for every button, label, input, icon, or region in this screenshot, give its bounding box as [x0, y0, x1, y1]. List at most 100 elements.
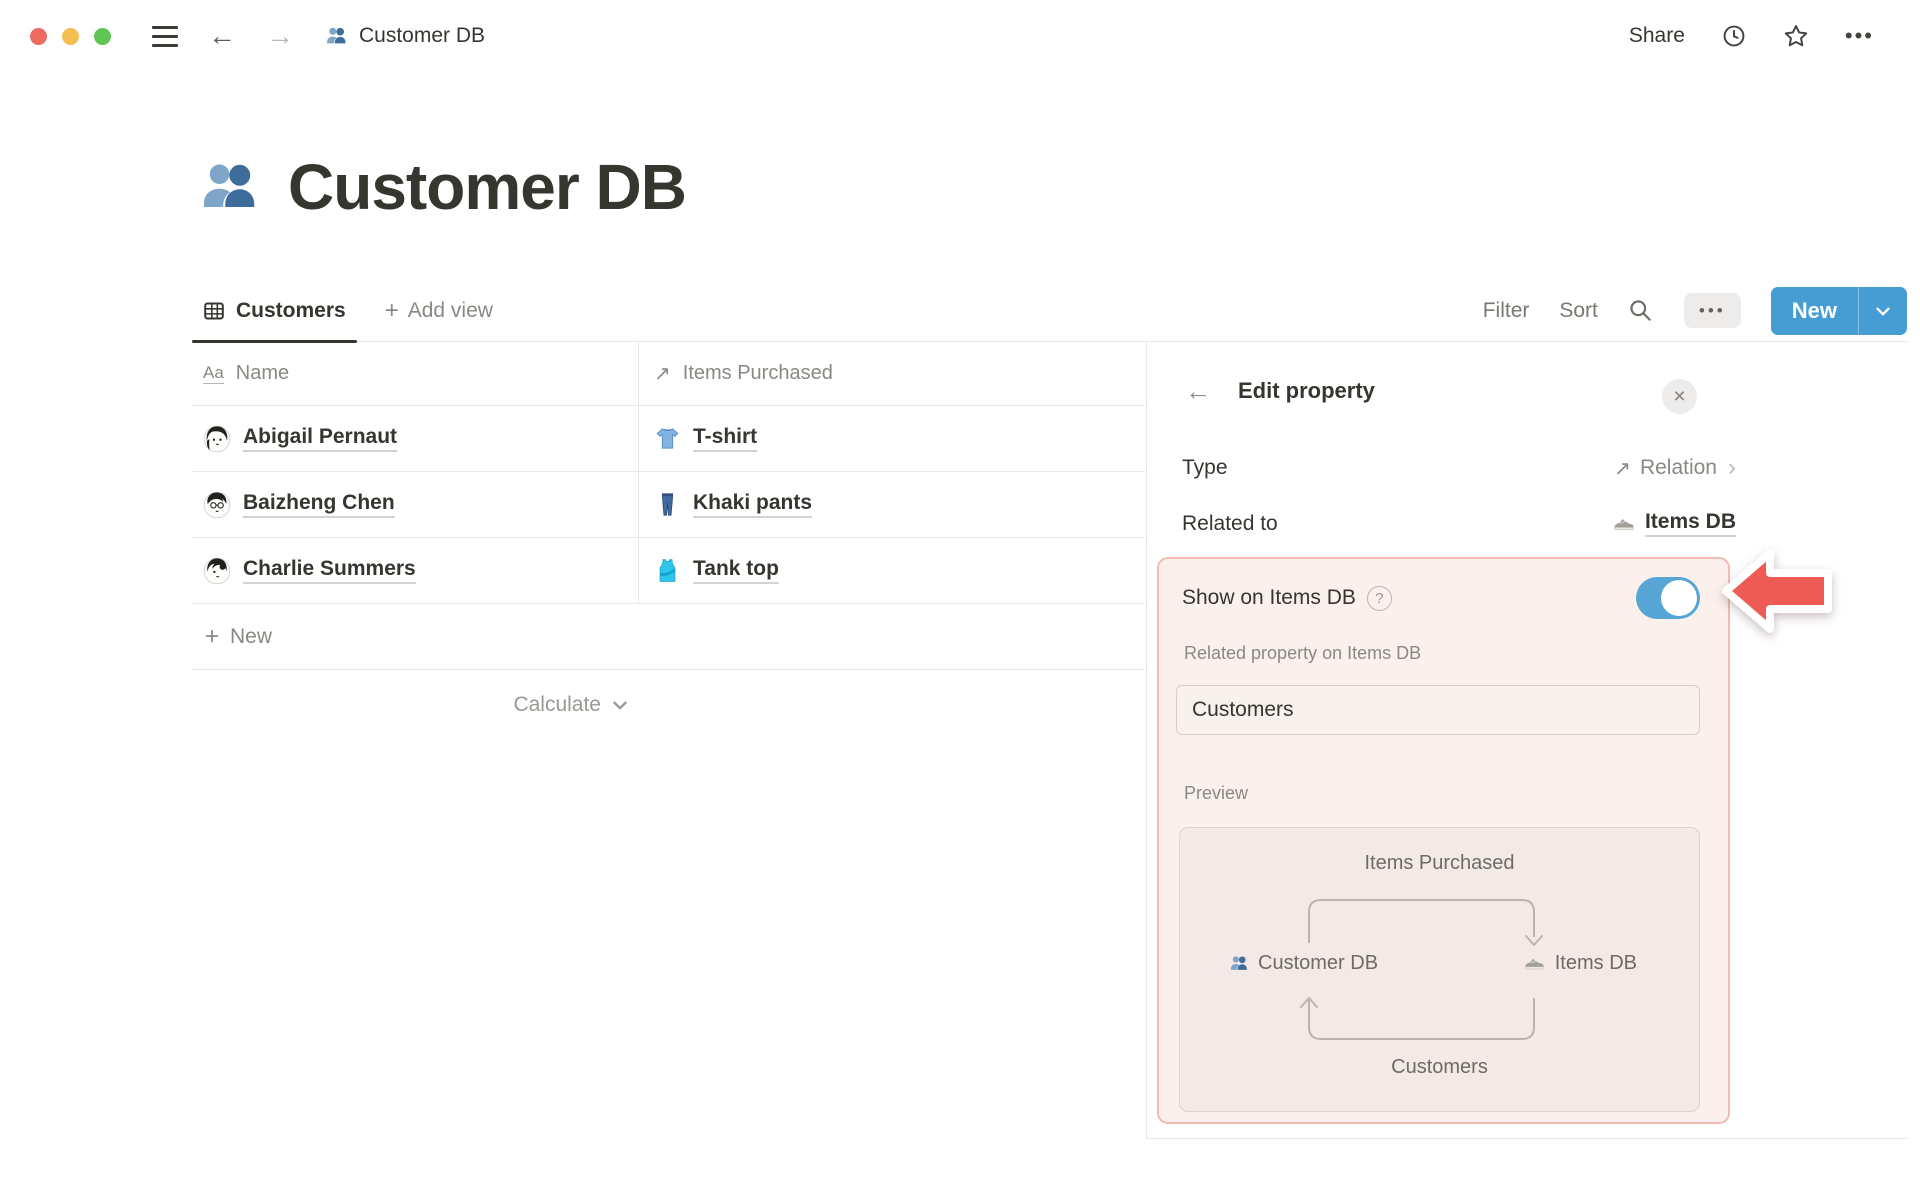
minimize-window-button[interactable]	[62, 27, 79, 45]
chevron-right-icon: ›	[1728, 454, 1736, 481]
relation-icon: ↗	[654, 363, 671, 385]
annotation-arrow-icon	[1722, 549, 1832, 633]
related-db-link[interactable]: Items DB	[1644, 510, 1736, 537]
calculate-button[interactable]: Calculate	[192, 670, 639, 740]
avatar	[203, 491, 231, 519]
customers-table: Aa Name ↗ Items Purchased Abigail Pernau…	[192, 342, 1145, 740]
avatar	[203, 425, 231, 453]
table-row: Abigail Pernaut T-shirt	[192, 406, 1145, 472]
type-row: Type ↗ Relation ›	[1182, 454, 1736, 482]
add-view-button[interactable]: + Add view	[385, 297, 493, 325]
items-cell[interactable]: Tank top	[639, 538, 1145, 603]
sneaker-icon	[1523, 952, 1546, 975]
highlighted-section: Show on Items DB ? Related property on I…	[1157, 557, 1730, 1124]
column-header-name[interactable]: Aa Name	[192, 342, 639, 405]
new-button-dropdown[interactable]	[1859, 287, 1907, 335]
app-window: ← → Customer DB Share ••• Customer DB Cu…	[0, 0, 1920, 1200]
item-page-link[interactable]: Tank top	[693, 557, 779, 584]
favorite-star-icon[interactable]	[1783, 23, 1809, 49]
preview-forward-property: Items Purchased	[1364, 852, 1515, 874]
sidebar-menu-icon[interactable]	[152, 25, 178, 47]
plus-icon: +	[205, 622, 220, 650]
preview-reverse-property: Customers	[1391, 1056, 1488, 1078]
close-icon[interactable]: ×	[1662, 379, 1697, 414]
close-window-button[interactable]	[30, 27, 47, 45]
plus-icon: +	[384, 296, 399, 324]
table-header-row: Aa Name ↗ Items Purchased	[192, 342, 1145, 406]
name-cell[interactable]: Baizheng Chen	[192, 472, 639, 537]
show-on-row: Show on Items DB ?	[1182, 577, 1700, 619]
text-property-icon: Aa	[203, 363, 224, 384]
more-options-icon[interactable]: •••	[1845, 23, 1874, 49]
type-label: Type	[1182, 456, 1228, 479]
new-row-label: New	[230, 624, 273, 648]
related-to-value-button[interactable]: Items DB	[1612, 510, 1736, 537]
window-titlebar: ← → Customer DB Share •••	[0, 0, 1920, 72]
type-value: Relation	[1639, 456, 1717, 479]
add-view-label: Add view	[407, 298, 493, 322]
people-icon	[1230, 954, 1249, 973]
preview-customer-db: Customer DB	[1230, 952, 1378, 975]
breadcrumb-title: Customer DB	[359, 24, 486, 47]
breadcrumb[interactable]: Customer DB	[326, 24, 485, 48]
new-record-button[interactable]: New	[1770, 286, 1907, 335]
column-label: Items Purchased	[682, 362, 833, 384]
items-cell[interactable]: Khaki pants	[639, 472, 1145, 537]
customer-page-link[interactable]: Charlie Summers	[243, 557, 416, 584]
forward-icon[interactable]: →	[266, 22, 294, 50]
tab-label: Customers	[236, 298, 346, 322]
history-clock-icon[interactable]	[1721, 23, 1747, 49]
page-title-text: Customer DB	[288, 151, 687, 223]
tank-top-icon	[654, 557, 681, 584]
jeans-icon	[654, 491, 681, 518]
calculate-label: Calculate	[513, 693, 601, 716]
items-cell[interactable]: T-shirt	[639, 406, 1145, 471]
show-on-items-db-toggle[interactable]	[1636, 577, 1700, 619]
relation-icon: ↗	[1614, 457, 1631, 480]
sneaker-icon	[1612, 512, 1636, 536]
help-icon[interactable]: ?	[1366, 585, 1392, 611]
name-cell[interactable]: Charlie Summers	[192, 538, 639, 603]
column-header-items-purchased[interactable]: ↗ Items Purchased	[639, 342, 1145, 405]
search-icon[interactable]	[1628, 298, 1654, 324]
customer-page-link[interactable]: Baizheng Chen	[243, 491, 395, 518]
preview-right-label: Items DB	[1554, 952, 1637, 974]
filter-button[interactable]: Filter	[1483, 299, 1530, 323]
new-row-button[interactable]: + New	[192, 604, 1145, 670]
preview-items-db: Items DB	[1523, 952, 1637, 975]
view-bar: Customers + Add view Filter Sort ••• New	[192, 280, 1907, 343]
item-page-link[interactable]: T-shirt	[693, 425, 758, 452]
page-title: Customer DB	[201, 150, 687, 224]
tshirt-icon	[654, 425, 681, 452]
tab-customers[interactable]: Customers	[192, 280, 357, 343]
name-cell[interactable]: Abigail Pernaut	[192, 406, 639, 471]
chevron-down-icon	[609, 694, 631, 716]
related-property-input[interactable]	[1176, 685, 1700, 735]
preview-label: Preview	[1184, 783, 1249, 803]
table-row: Charlie Summers Tank top	[192, 538, 1145, 604]
people-icon	[201, 157, 261, 217]
view-options-icon[interactable]: •••	[1683, 293, 1741, 328]
customer-page-link[interactable]: Abigail Pernaut	[243, 425, 398, 452]
table-row: Baizheng Chen Khaki pants	[192, 472, 1145, 538]
edit-property-panel: ← Edit property × Type ↗ Relation › Rela…	[1146, 342, 1907, 1139]
back-icon[interactable]: ←	[208, 22, 236, 50]
toggle-knob	[1661, 580, 1697, 616]
preview-left-label: Customer DB	[1258, 952, 1379, 974]
share-button[interactable]: Share	[1629, 24, 1685, 48]
zoom-window-button[interactable]	[94, 27, 111, 45]
table-view-icon	[203, 300, 225, 322]
people-icon	[326, 25, 348, 47]
back-icon[interactable]: ←	[1185, 378, 1211, 404]
type-value-button[interactable]: ↗ Relation ›	[1614, 454, 1736, 482]
avatar	[203, 557, 231, 585]
related-to-label: Related to	[1182, 511, 1278, 535]
sort-button[interactable]: Sort	[1559, 299, 1598, 323]
item-page-link[interactable]: Khaki pants	[693, 491, 813, 518]
relation-preview-diagram: Items Purchased Customer DB Items DB Cus…	[1179, 827, 1700, 1112]
new-button-label[interactable]: New	[1771, 286, 1859, 335]
panel-title: Edit property	[1238, 378, 1375, 403]
show-on-label: Show on Items DB	[1182, 586, 1356, 609]
column-label: Name	[235, 362, 290, 384]
chevron-down-icon	[1872, 300, 1894, 322]
